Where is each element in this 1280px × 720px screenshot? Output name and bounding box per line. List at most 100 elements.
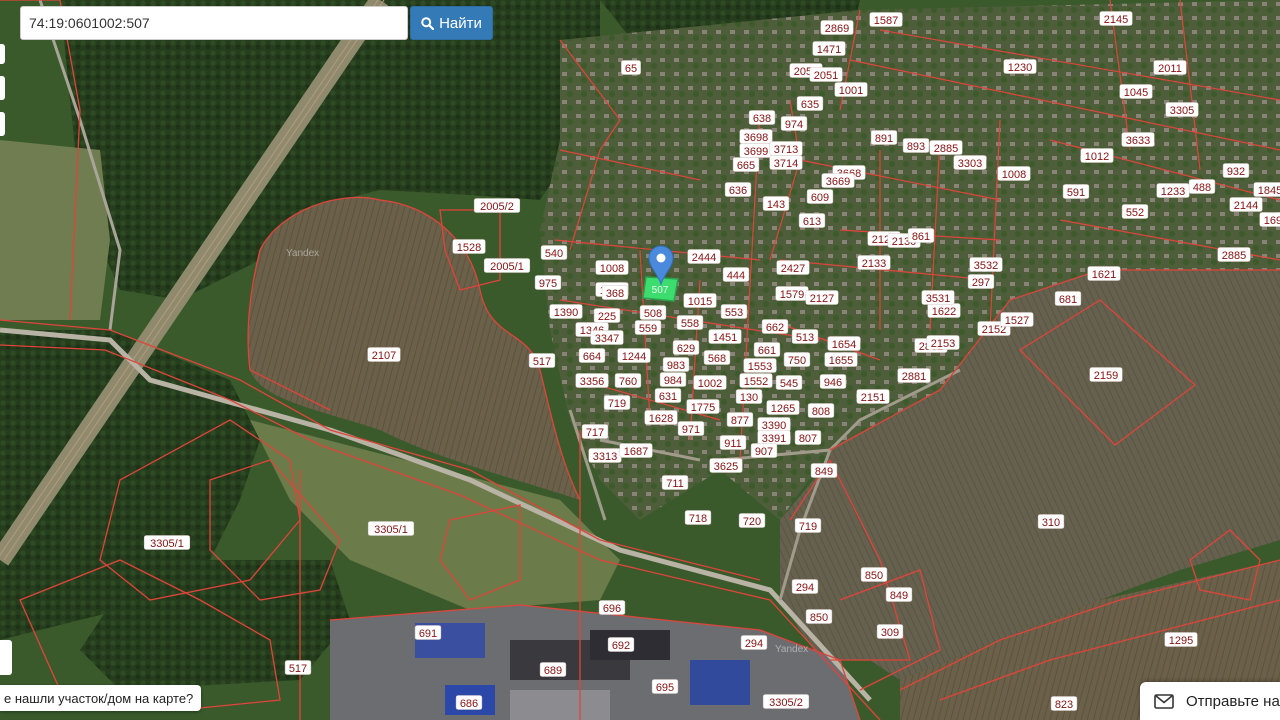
parcel-label-558[interactable]: 558 bbox=[676, 315, 704, 331]
parcel-label-1552[interactable]: 1552 bbox=[739, 373, 773, 389]
parcel-label-692[interactable]: 692 bbox=[607, 637, 635, 653]
parcel-label-983[interactable]: 983 bbox=[662, 357, 690, 373]
parcel-label-1244[interactable]: 1244 bbox=[617, 348, 651, 364]
parcel-label-3714[interactable]: 3714 bbox=[769, 155, 803, 171]
parcel-label-3305-2[interactable]: 3305/2 bbox=[762, 694, 810, 710]
parcel-label-1001[interactable]: 1001 bbox=[834, 82, 868, 98]
parcel-label-1687[interactable]: 1687 bbox=[619, 443, 653, 459]
parcel-label-1587[interactable]: 1587 bbox=[869, 12, 903, 28]
parcel-label-1471[interactable]: 1471 bbox=[812, 41, 846, 57]
parcel-label-2144[interactable]: 2144 bbox=[1229, 197, 1263, 213]
parcel-label-368[interactable]: 368 bbox=[601, 285, 629, 301]
parcel-label-662[interactable]: 662 bbox=[761, 319, 789, 335]
parcel-label-719[interactable]: 719 bbox=[794, 518, 822, 534]
parcel-label-635[interactable]: 635 bbox=[796, 96, 824, 112]
left-control-tab-3[interactable] bbox=[0, 112, 5, 136]
parcel-label-2869[interactable]: 2869 bbox=[820, 20, 854, 36]
parcel-label-1845[interactable]: 1845 bbox=[1253, 182, 1280, 198]
parcel-label-65[interactable]: 65 bbox=[621, 60, 641, 76]
parcel-label-1008[interactable]: 1008 bbox=[595, 260, 629, 276]
parcel-label-3633[interactable]: 3633 bbox=[1121, 132, 1155, 148]
parcel-label-2107[interactable]: 2107 bbox=[367, 347, 401, 363]
parcel-label-310[interactable]: 310 bbox=[1037, 514, 1065, 530]
parcel-label-946[interactable]: 946 bbox=[819, 374, 847, 390]
parcel-label-3391[interactable]: 3391 bbox=[757, 430, 791, 446]
parcel-label-545[interactable]: 545 bbox=[775, 375, 803, 391]
parcel-label-2005-1[interactable]: 2005/1 bbox=[483, 258, 531, 274]
parcel-label-861[interactable]: 861 bbox=[907, 228, 935, 244]
parcel-label-695[interactable]: 695 bbox=[651, 679, 679, 695]
parcel-label-808[interactable]: 808 bbox=[807, 403, 835, 419]
satellite-map[interactable]: Yandex Yandex 65286915871471205020511001… bbox=[0, 0, 1280, 720]
parcel-label-691[interactable]: 691 bbox=[414, 625, 442, 641]
parcel-label-2127[interactable]: 2127 bbox=[805, 290, 839, 306]
parcel-label-1015[interactable]: 1015 bbox=[683, 293, 717, 309]
parcel-label-553[interactable]: 553 bbox=[720, 304, 748, 320]
parcel-label-130[interactable]: 130 bbox=[735, 389, 763, 405]
parcel-label-3698[interactable]: 3698 bbox=[739, 129, 773, 145]
parcel-label-686[interactable]: 686 bbox=[455, 695, 483, 711]
parcel-label-2444[interactable]: 2444 bbox=[687, 249, 721, 265]
search-input[interactable] bbox=[20, 6, 408, 40]
parcel-label-513[interactable]: 513 bbox=[791, 329, 819, 345]
parcel-label-517[interactable]: 517 bbox=[528, 353, 556, 369]
parcel-label-3305-1[interactable]: 3305/1 bbox=[367, 521, 415, 537]
parcel-label-488[interactable]: 488 bbox=[1188, 179, 1216, 195]
parcel-label-1628[interactable]: 1628 bbox=[644, 410, 678, 426]
parcel-label-911[interactable]: 911 bbox=[719, 435, 747, 451]
parcel-label-2881[interactable]: 2881 bbox=[897, 368, 931, 384]
parcel-label-297[interactable]: 297 bbox=[967, 274, 995, 290]
parcel-label-2005-2[interactable]: 2005/2 bbox=[473, 198, 521, 214]
parcel-label-1008[interactable]: 1008 bbox=[997, 166, 1031, 182]
parcel-label-893[interactable]: 893 bbox=[902, 138, 930, 154]
parcel-label-750[interactable]: 750 bbox=[783, 352, 811, 368]
search-button[interactable]: Найти bbox=[410, 6, 493, 40]
parcel-label-2153[interactable]: 2153 bbox=[926, 335, 960, 351]
parcel-label-1528[interactable]: 1528 bbox=[452, 239, 486, 255]
parcel-label-3356[interactable]: 3356 bbox=[575, 373, 609, 389]
parcel-label-591[interactable]: 591 bbox=[1062, 184, 1090, 200]
parcel-label-3305-1[interactable]: 3305/1 bbox=[143, 535, 191, 551]
parcel-label-638[interactable]: 638 bbox=[748, 110, 776, 126]
parcel-label-613[interactable]: 613 bbox=[798, 213, 826, 229]
parcel-label-975[interactable]: 975 bbox=[534, 275, 562, 291]
parcel-label-3625[interactable]: 3625 bbox=[709, 458, 743, 474]
parcel-label-974[interactable]: 974 bbox=[780, 116, 808, 132]
parcel-label-609[interactable]: 609 bbox=[806, 189, 834, 205]
send-request-widget[interactable]: Отправьте на bbox=[1140, 682, 1280, 720]
parcel-label-1775[interactable]: 1775 bbox=[686, 399, 720, 415]
parcel-label-517[interactable]: 517 bbox=[284, 660, 312, 676]
parcel-label-568[interactable]: 568 bbox=[703, 350, 731, 366]
parcel-label-689[interactable]: 689 bbox=[539, 662, 567, 678]
parcel-label-2145[interactable]: 2145 bbox=[1099, 11, 1133, 27]
parcel-label-664[interactable]: 664 bbox=[578, 348, 606, 364]
parcel-label-1654[interactable]: 1654 bbox=[827, 336, 861, 352]
parcel-label-1002[interactable]: 1002 bbox=[693, 375, 727, 391]
parcel-label-1553[interactable]: 1553 bbox=[743, 358, 777, 374]
parcel-label-2011[interactable]: 2011 bbox=[1153, 60, 1187, 76]
parcel-label-294[interactable]: 294 bbox=[791, 579, 819, 595]
parcel-label-719[interactable]: 719 bbox=[603, 395, 631, 411]
parcel-label-2885[interactable]: 2885 bbox=[1217, 247, 1251, 263]
parcel-label-891[interactable]: 891 bbox=[870, 130, 898, 146]
parcel-label-971[interactable]: 971 bbox=[677, 421, 705, 437]
parcel-label-636[interactable]: 636 bbox=[724, 182, 752, 198]
parcel-label-665[interactable]: 665 bbox=[732, 157, 760, 173]
parcel-label-3305[interactable]: 3305 bbox=[1165, 102, 1199, 118]
left-control-tab-4[interactable] bbox=[0, 640, 12, 675]
parcel-label-1295[interactable]: 1295 bbox=[1164, 632, 1198, 648]
parcel-label-1691[interactable]: 1691 bbox=[1259, 212, 1280, 228]
parcel-label-849[interactable]: 849 bbox=[885, 587, 913, 603]
parcel-label-661[interactable]: 661 bbox=[753, 342, 781, 358]
parcel-label-143[interactable]: 143 bbox=[762, 196, 790, 212]
parcel-label-2051[interactable]: 2051 bbox=[809, 67, 843, 83]
parcel-label-1012[interactable]: 1012 bbox=[1080, 148, 1114, 164]
parcel-label-1233[interactable]: 1233 bbox=[1156, 183, 1190, 199]
parcel-label-1527[interactable]: 1527 bbox=[1000, 312, 1034, 328]
not-found-prompt[interactable]: е нашли участок/дом на карте? bbox=[0, 685, 202, 711]
parcel-label-3669[interactable]: 3669 bbox=[821, 173, 855, 189]
parcel-label-711[interactable]: 711 bbox=[661, 475, 689, 491]
parcel-label-718[interactable]: 718 bbox=[684, 510, 712, 526]
parcel-label-2159[interactable]: 2159 bbox=[1089, 367, 1123, 383]
parcel-label-720[interactable]: 720 bbox=[738, 513, 766, 529]
